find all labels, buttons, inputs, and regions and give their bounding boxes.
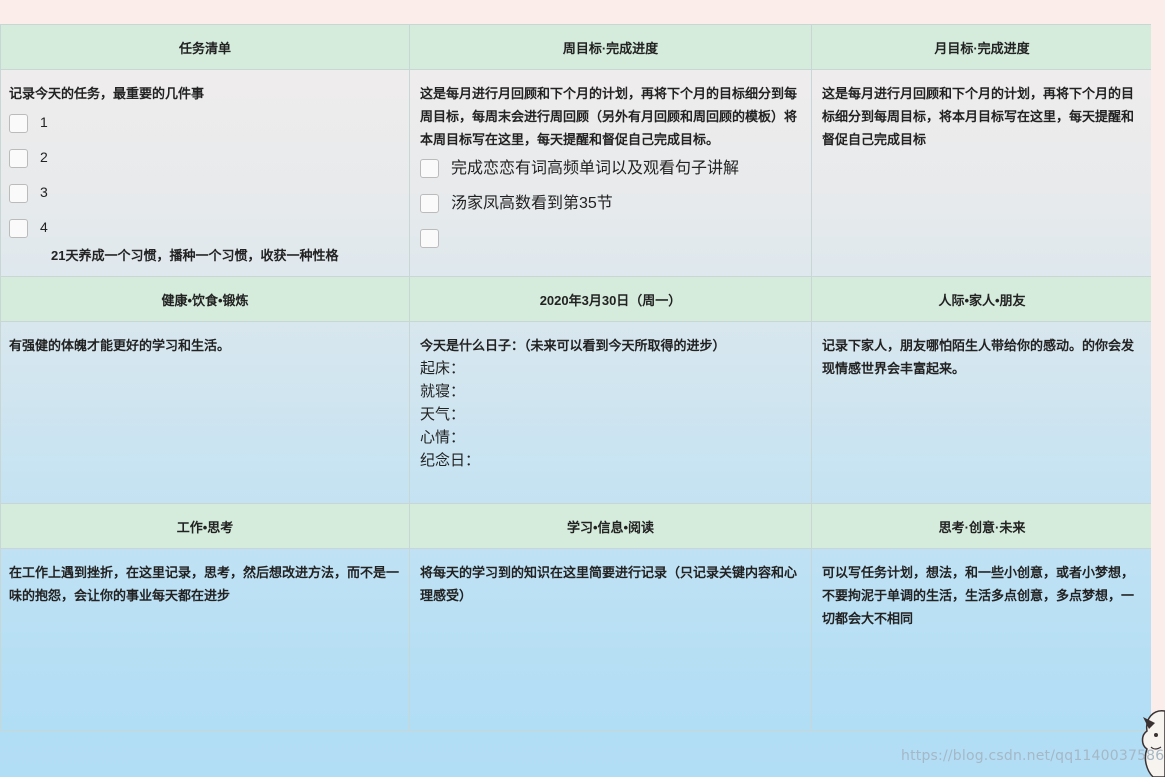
- watermark-text: https://blog.csdn.net/qq1140037586: [901, 748, 1165, 764]
- right-edge: [1151, 0, 1165, 777]
- ideas-cell: 可以写任务计划，想法，和一些小创意，或者小梦想，不要拘泥于单调的生活，生活多点创…: [811, 548, 1153, 731]
- weekly-checkbox[interactable]: [420, 194, 439, 214]
- header-ideas: 思考·创意·未来: [811, 503, 1153, 549]
- weekly-checkbox[interactable]: [420, 159, 439, 179]
- today-intro: 今天是什么日子：（未来可以看到今天所取得的进步）: [420, 338, 726, 353]
- monthly-intro: 这是每月进行月回顾和下个月的计划，再将下个月的目标细分到每周目标，将本月目标写在…: [822, 86, 1135, 147]
- header-social: 人际•家人•朋友: [811, 276, 1153, 322]
- task-item: 4: [9, 210, 401, 245]
- top-strip: [0, 0, 1165, 24]
- weekly-intro: 这是每月进行月回顾和下个月的计划，再将下个月的目标细分到每周目标，每周末会进行周…: [420, 86, 798, 147]
- task-checkbox[interactable]: [9, 183, 28, 203]
- header-study: 学习•信息•阅读: [409, 503, 812, 549]
- weekly-label: 完成恋恋有词高频单词以及观看句子讲解: [451, 160, 740, 177]
- weekly-checkbox[interactable]: [420, 229, 439, 249]
- tasks-cell: 记录今天的任务，最重要的几件事 1 2 3 4 21天养成一个习惯，播种一个习惯…: [0, 69, 410, 277]
- monthly-goals-cell: 这是每月进行月回顾和下个月的计划，再将下个月的目标细分到每周目标，将本月目标写在…: [811, 69, 1153, 277]
- task-label: 4: [40, 219, 48, 235]
- header-monthly-goals: 月目标·完成进度: [811, 24, 1153, 70]
- tasks-intro: 记录今天的任务，最重要的几件事: [9, 86, 205, 101]
- weekly-item: 汤家凤高数看到第35节: [420, 186, 801, 221]
- today-field-weather: 天气：: [420, 406, 466, 423]
- task-checkbox[interactable]: [9, 218, 28, 238]
- work-text: 在工作上遇到挫折，在这里记录，思考，然后想改进方法，而不是一味的抱怨，会让你的事…: [9, 565, 400, 603]
- health-text: 有强健的体魄才能更好的学习和生活。: [9, 338, 231, 353]
- today-field-sleep: 就寝：: [420, 383, 466, 400]
- header-work: 工作•思考: [0, 503, 410, 549]
- header-health: 健康•饮食•锻炼: [0, 276, 410, 322]
- weekly-label: 汤家凤高数看到第35节: [451, 195, 613, 212]
- header-date: 2020年3月30日（周一）: [409, 276, 812, 322]
- social-cell: 记录下家人，朋友哪怕陌生人带给你的感动。的你会发现情感世界会丰富起来。: [811, 321, 1153, 504]
- task-item: 2: [9, 140, 401, 175]
- task-label: 3: [40, 184, 48, 200]
- task-item: 3: [9, 175, 401, 210]
- weekly-goals-cell: 这是每月进行月回顾和下个月的计划，再将下个月的目标细分到每周目标，每周末会进行周…: [409, 69, 812, 277]
- today-field-anniversary: 纪念日：: [420, 452, 481, 469]
- task-label: 1: [40, 114, 48, 130]
- health-cell: 有强健的体魄才能更好的学习和生活。: [0, 321, 410, 504]
- task-item: 1: [9, 105, 401, 140]
- ideas-text: 可以写任务计划，想法，和一些小创意，或者小梦想，不要拘泥于单调的生活，生活多点创…: [822, 565, 1135, 626]
- header-tasks: 任务清单: [0, 24, 410, 70]
- cat-mascot-icon: [1141, 710, 1165, 777]
- header-weekly-goals: 周目标·完成进度: [409, 24, 812, 70]
- task-label: 2: [40, 149, 48, 165]
- task-checkbox[interactable]: [9, 113, 28, 133]
- social-text: 记录下家人，朋友哪怕陌生人带给你的感动。的你会发现情感世界会丰富起来。: [822, 338, 1135, 376]
- study-cell: 将每天的学习到的知识在这里简要进行记录（只记录关键内容和心理感受）: [409, 548, 812, 731]
- weekly-item: [420, 221, 801, 256]
- tasks-motto: 21天养成一个习惯，播种一个习惯，收获一种性格: [51, 248, 339, 263]
- planner-grid: 任务清单 周目标·完成进度 月目标·完成进度 记录今天的任务，最重要的几件事 1…: [0, 24, 1153, 731]
- task-checkbox[interactable]: [9, 148, 28, 168]
- study-text: 将每天的学习到的知识在这里简要进行记录（只记录关键内容和心理感受）: [420, 565, 798, 603]
- today-field-wakeup: 起床：: [420, 360, 466, 377]
- today-cell: 今天是什么日子：（未来可以看到今天所取得的进步） 起床： 就寝： 天气： 心情：…: [409, 321, 812, 504]
- today-field-mood: 心情：: [420, 429, 466, 446]
- weekly-item: 完成恋恋有词高频单词以及观看句子讲解: [420, 151, 801, 186]
- work-cell: 在工作上遇到挫折，在这里记录，思考，然后想改进方法，而不是一味的抱怨，会让你的事…: [0, 548, 410, 731]
